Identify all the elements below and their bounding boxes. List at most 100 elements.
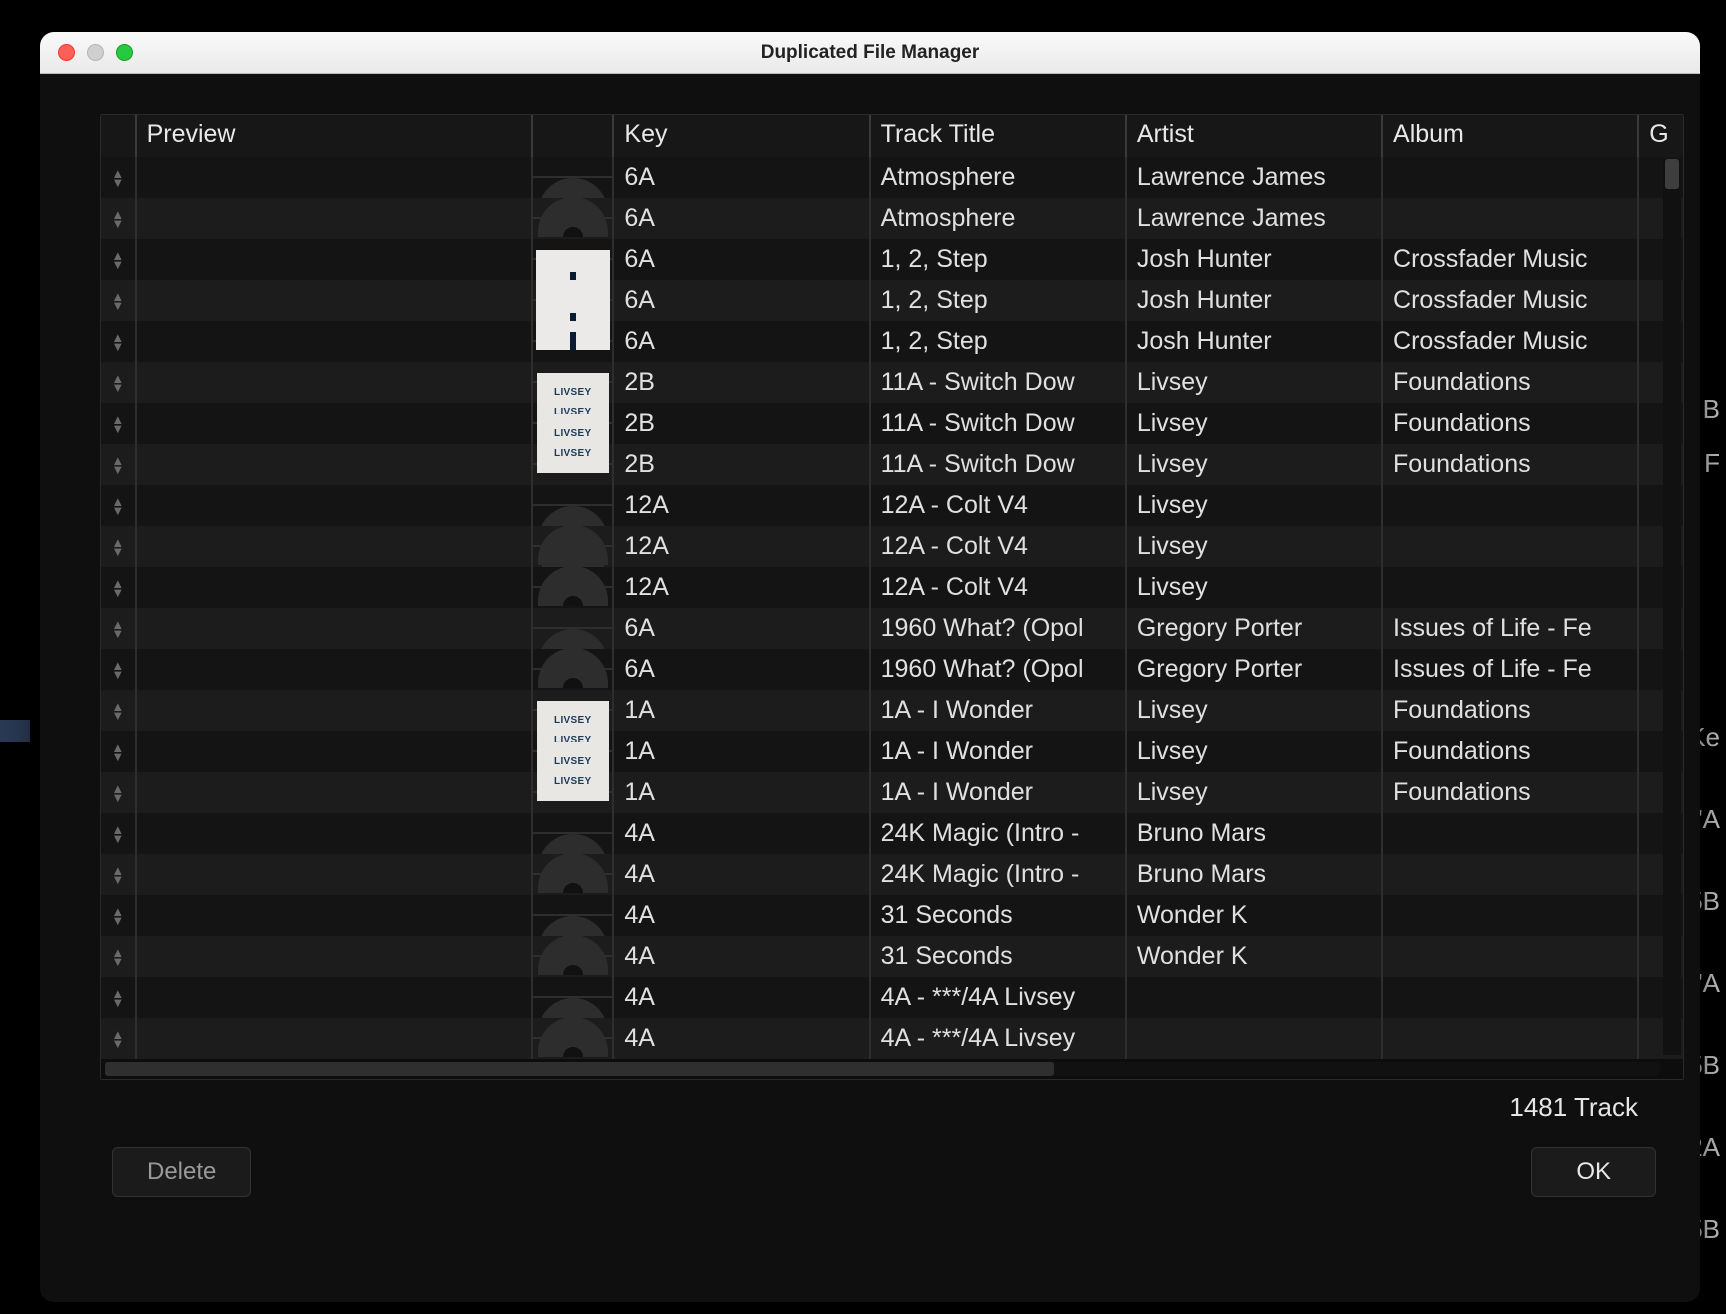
table-row[interactable]: ▲▼LIVSEY1A1A - I WonderLivseyFoundations [101, 690, 1683, 731]
cell-preview[interactable] [136, 772, 533, 813]
table-row[interactable]: ▲▼LIVSEYLIVSEY2B11A - Switch DowLivseyFo… [101, 403, 1683, 444]
row-reorder-handle[interactable]: ▲▼ [101, 1018, 136, 1059]
vertical-scrollbar[interactable] [1663, 159, 1681, 1055]
ok-button[interactable]: OK [1531, 1147, 1656, 1197]
column-artist[interactable]: Artist [1126, 115, 1382, 157]
cell-preview[interactable] [136, 813, 533, 854]
row-reorder-handle[interactable]: ▲▼ [101, 731, 136, 772]
cell-preview[interactable] [136, 854, 533, 895]
cell-preview[interactable] [136, 157, 533, 198]
cell-preview[interactable] [136, 895, 533, 936]
row-reorder-handle[interactable]: ▲▼ [101, 936, 136, 977]
column-extra[interactable]: G [1638, 115, 1683, 157]
cell-preview[interactable] [136, 321, 533, 362]
column-title[interactable]: Track Title [870, 115, 1126, 157]
chevron-updown-icon[interactable]: ▲▼ [101, 948, 135, 966]
row-reorder-handle[interactable]: ▲▼ [101, 977, 136, 1018]
table-row[interactable]: ▲▼6A1960 What? (OpolGregory PorterIssues… [101, 608, 1683, 649]
cell-preview[interactable] [136, 280, 533, 321]
chevron-updown-icon[interactable]: ▲▼ [101, 661, 135, 679]
chevron-updown-icon[interactable]: ▲▼ [101, 907, 135, 925]
chevron-updown-icon[interactable]: ▲▼ [101, 579, 135, 597]
cell-preview[interactable] [136, 608, 533, 649]
row-reorder-handle[interactable]: ▲▼ [101, 239, 136, 280]
column-album[interactable]: Album [1382, 115, 1638, 157]
row-reorder-handle[interactable]: ▲▼ [101, 403, 136, 444]
cell-preview[interactable] [136, 444, 533, 485]
row-reorder-handle[interactable]: ▲▼ [101, 813, 136, 854]
table-row[interactable]: ▲▼6A1960 What? (OpolGregory PorterIssues… [101, 649, 1683, 690]
table-row[interactable]: ▲▼4A4A - ***/4A Livsey [101, 1018, 1683, 1059]
chevron-updown-icon[interactable]: ▲▼ [101, 210, 135, 228]
row-reorder-handle[interactable]: ▲▼ [101, 854, 136, 895]
delete-button[interactable]: Delete [112, 1147, 251, 1197]
table-row[interactable]: ▲▼6AAtmosphereLawrence James [101, 157, 1683, 198]
cell-preview[interactable] [136, 485, 533, 526]
chevron-updown-icon[interactable]: ▲▼ [101, 497, 135, 515]
table-row[interactable]: ▲▼LIVSEYLIVSEY1A1A - I WonderLivseyFound… [101, 731, 1683, 772]
row-reorder-handle[interactable]: ▲▼ [101, 567, 136, 608]
table-row[interactable]: ▲▼4A31 SecondsWonder K [101, 936, 1683, 977]
chevron-updown-icon[interactable]: ▲▼ [101, 784, 135, 802]
cell-preview[interactable] [136, 936, 533, 977]
cell-preview[interactable] [136, 690, 533, 731]
cell-preview[interactable] [136, 198, 533, 239]
table-row[interactable]: ▲▼4A4A - ***/4A Livsey [101, 977, 1683, 1018]
cell-preview[interactable] [136, 977, 533, 1018]
table-row[interactable]: ▲▼6A1, 2, StepJosh HunterCrossfader Musi… [101, 280, 1683, 321]
cell-preview[interactable] [136, 526, 533, 567]
chevron-updown-icon[interactable]: ▲▼ [101, 415, 135, 433]
row-reorder-handle[interactable]: ▲▼ [101, 649, 136, 690]
row-reorder-handle[interactable]: ▲▼ [101, 321, 136, 362]
cell-preview[interactable] [136, 403, 533, 444]
table-row[interactable]: ▲▼4A24K Magic (Intro -Bruno Mars [101, 854, 1683, 895]
table-row[interactable]: ▲▼12A12A - Colt V4Livsey [101, 567, 1683, 608]
chevron-updown-icon[interactable]: ▲▼ [101, 374, 135, 392]
row-reorder-handle[interactable]: ▲▼ [101, 485, 136, 526]
chevron-updown-icon[interactable]: ▲▼ [101, 866, 135, 884]
chevron-updown-icon[interactable]: ▲▼ [101, 251, 135, 269]
chevron-updown-icon[interactable]: ▲▼ [101, 825, 135, 843]
table-row[interactable]: ▲▼12A12A - Colt V4Livsey [101, 526, 1683, 567]
chevron-updown-icon[interactable]: ▲▼ [101, 989, 135, 1007]
table-row[interactable]: ▲▼12A12A - Colt V4Livsey [101, 485, 1683, 526]
table-row[interactable]: ▲▼6AAtmosphereLawrence James [101, 198, 1683, 239]
column-handle[interactable] [101, 115, 136, 157]
row-reorder-handle[interactable]: ▲▼ [101, 690, 136, 731]
row-reorder-handle[interactable]: ▲▼ [101, 608, 136, 649]
chevron-updown-icon[interactable]: ▲▼ [101, 538, 135, 556]
table-row[interactable]: ▲▼LIVSEY1A1A - I WonderLivseyFoundations [101, 772, 1683, 813]
horizontal-scrollbar[interactable] [101, 1059, 1683, 1079]
chevron-updown-icon[interactable]: ▲▼ [101, 333, 135, 351]
horizontal-scrollbar-thumb[interactable] [105, 1062, 1054, 1076]
row-reorder-handle[interactable]: ▲▼ [101, 772, 136, 813]
row-reorder-handle[interactable]: ▲▼ [101, 895, 136, 936]
row-reorder-handle[interactable]: ▲▼ [101, 362, 136, 403]
table-row[interactable]: ▲▼6A1, 2, StepJosh HunterCrossfader Musi… [101, 239, 1683, 280]
row-reorder-handle[interactable]: ▲▼ [101, 157, 136, 198]
cell-preview[interactable] [136, 1018, 533, 1059]
row-reorder-handle[interactable]: ▲▼ [101, 444, 136, 485]
chevron-updown-icon[interactable]: ▲▼ [101, 292, 135, 310]
chevron-updown-icon[interactable]: ▲▼ [101, 743, 135, 761]
chevron-updown-icon[interactable]: ▲▼ [101, 620, 135, 638]
column-preview[interactable]: Preview [136, 115, 533, 157]
table-row[interactable]: ▲▼LIVSEY2B11A - Switch DowLivseyFoundati… [101, 444, 1683, 485]
column-key[interactable]: Key [613, 115, 869, 157]
cell-preview[interactable] [136, 239, 533, 280]
vertical-scrollbar-thumb[interactable] [1665, 159, 1679, 189]
row-reorder-handle[interactable]: ▲▼ [101, 280, 136, 321]
table-row[interactable]: ▲▼6A1, 2, StepJosh HunterCrossfader Musi… [101, 321, 1683, 362]
column-art[interactable] [532, 115, 613, 157]
chevron-updown-icon[interactable]: ▲▼ [101, 1030, 135, 1048]
cell-preview[interactable] [136, 567, 533, 608]
cell-preview[interactable] [136, 649, 533, 690]
cell-preview[interactable] [136, 731, 533, 772]
table-row[interactable]: ▲▼4A31 SecondsWonder K [101, 895, 1683, 936]
chevron-updown-icon[interactable]: ▲▼ [101, 456, 135, 474]
chevron-updown-icon[interactable]: ▲▼ [101, 702, 135, 720]
row-reorder-handle[interactable]: ▲▼ [101, 526, 136, 567]
chevron-updown-icon[interactable]: ▲▼ [101, 169, 135, 187]
table-row[interactable]: ▲▼4A24K Magic (Intro -Bruno Mars [101, 813, 1683, 854]
table-row[interactable]: ▲▼LIVSEY2B11A - Switch DowLivseyFoundati… [101, 362, 1683, 403]
